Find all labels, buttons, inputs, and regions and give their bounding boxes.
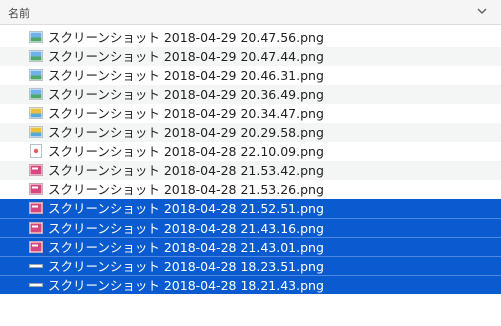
image-thumbnail-icon	[29, 240, 43, 254]
file-row[interactable]: スクリーンショット 2018-04-29 20.34.47.png	[0, 104, 501, 123]
image-thumbnail-icon	[29, 125, 43, 139]
file-row[interactable]: スクリーンショット 2018-04-28 18.21.43.png	[0, 275, 501, 294]
file-name: スクリーンショット 2018-04-28 18.21.43.png	[48, 278, 324, 293]
file-row[interactable]: スクリーンショット 2018-04-28 21.43.16.png	[0, 218, 501, 237]
image-thumbnail-icon	[29, 68, 43, 82]
file-list: スクリーンショット 2018-04-29 20.47.56.png スクリーンショ…	[0, 28, 501, 294]
file-name: スクリーンショット 2018-04-28 21.43.16.png	[48, 221, 324, 236]
image-thumbnail-icon	[29, 163, 43, 177]
image-thumbnail-icon	[29, 259, 43, 273]
file-row[interactable]: スクリーンショット 2018-04-29 20.46.31.png	[0, 66, 501, 85]
image-thumbnail-icon	[29, 278, 43, 292]
image-thumbnail-icon	[29, 49, 43, 63]
file-name: スクリーンショット 2018-04-29 20.47.56.png	[48, 30, 324, 45]
image-thumbnail-icon	[29, 221, 43, 235]
column-header[interactable]: 名前	[0, 0, 501, 25]
file-row[interactable]: スクリーンショット 2018-04-29 20.36.49.png	[0, 85, 501, 104]
image-thumbnail-icon	[29, 144, 43, 158]
file-name: スクリーンショット 2018-04-29 20.34.47.png	[48, 106, 324, 121]
file-row[interactable]: スクリーンショット 2018-04-28 21.53.42.png	[0, 161, 501, 180]
chevron-down-icon[interactable]	[475, 4, 489, 18]
file-row[interactable]: スクリーンショット 2018-04-28 18.23.51.png	[0, 256, 501, 275]
file-row[interactable]: スクリーンショット 2018-04-28 21.43.01.png	[0, 237, 501, 256]
file-name: スクリーンショット 2018-04-29 20.29.58.png	[48, 125, 324, 140]
file-name: スクリーンショット 2018-04-28 18.23.51.png	[48, 259, 324, 274]
file-row[interactable]: スクリーンショット 2018-04-28 21.52.51.png	[0, 199, 501, 218]
file-name: スクリーンショット 2018-04-29 20.47.44.png	[48, 49, 324, 64]
image-thumbnail-icon	[29, 182, 43, 196]
image-thumbnail-icon	[29, 30, 43, 44]
finder-list-window: 名前 スクリーンショット 2018-04-29 20.47.56.png スクリー…	[0, 0, 501, 326]
image-thumbnail-icon	[29, 106, 43, 120]
file-name: スクリーンショット 2018-04-28 21.53.26.png	[48, 182, 324, 197]
image-thumbnail-icon	[29, 87, 43, 101]
file-row[interactable]: スクリーンショット 2018-04-29 20.29.58.png	[0, 123, 501, 142]
name-column-label[interactable]: 名前	[8, 5, 30, 21]
file-row[interactable]: スクリーンショット 2018-04-29 20.47.44.png	[0, 47, 501, 66]
file-name: スクリーンショット 2018-04-28 21.43.01.png	[48, 240, 324, 255]
file-name: スクリーンショット 2018-04-29 20.46.31.png	[48, 68, 324, 83]
file-row[interactable]: スクリーンショット 2018-04-28 22.10.09.png	[0, 142, 501, 161]
file-name: スクリーンショット 2018-04-28 22.10.09.png	[48, 144, 324, 159]
file-row[interactable]: スクリーンショット 2018-04-29 20.47.56.png	[0, 28, 501, 47]
image-thumbnail-icon	[29, 201, 43, 215]
file-name: スクリーンショット 2018-04-28 21.52.51.png	[48, 201, 324, 216]
file-name: スクリーンショット 2018-04-28 21.53.42.png	[48, 163, 324, 178]
file-name: スクリーンショット 2018-04-29 20.36.49.png	[48, 87, 324, 102]
file-row[interactable]: スクリーンショット 2018-04-28 21.53.26.png	[0, 180, 501, 199]
